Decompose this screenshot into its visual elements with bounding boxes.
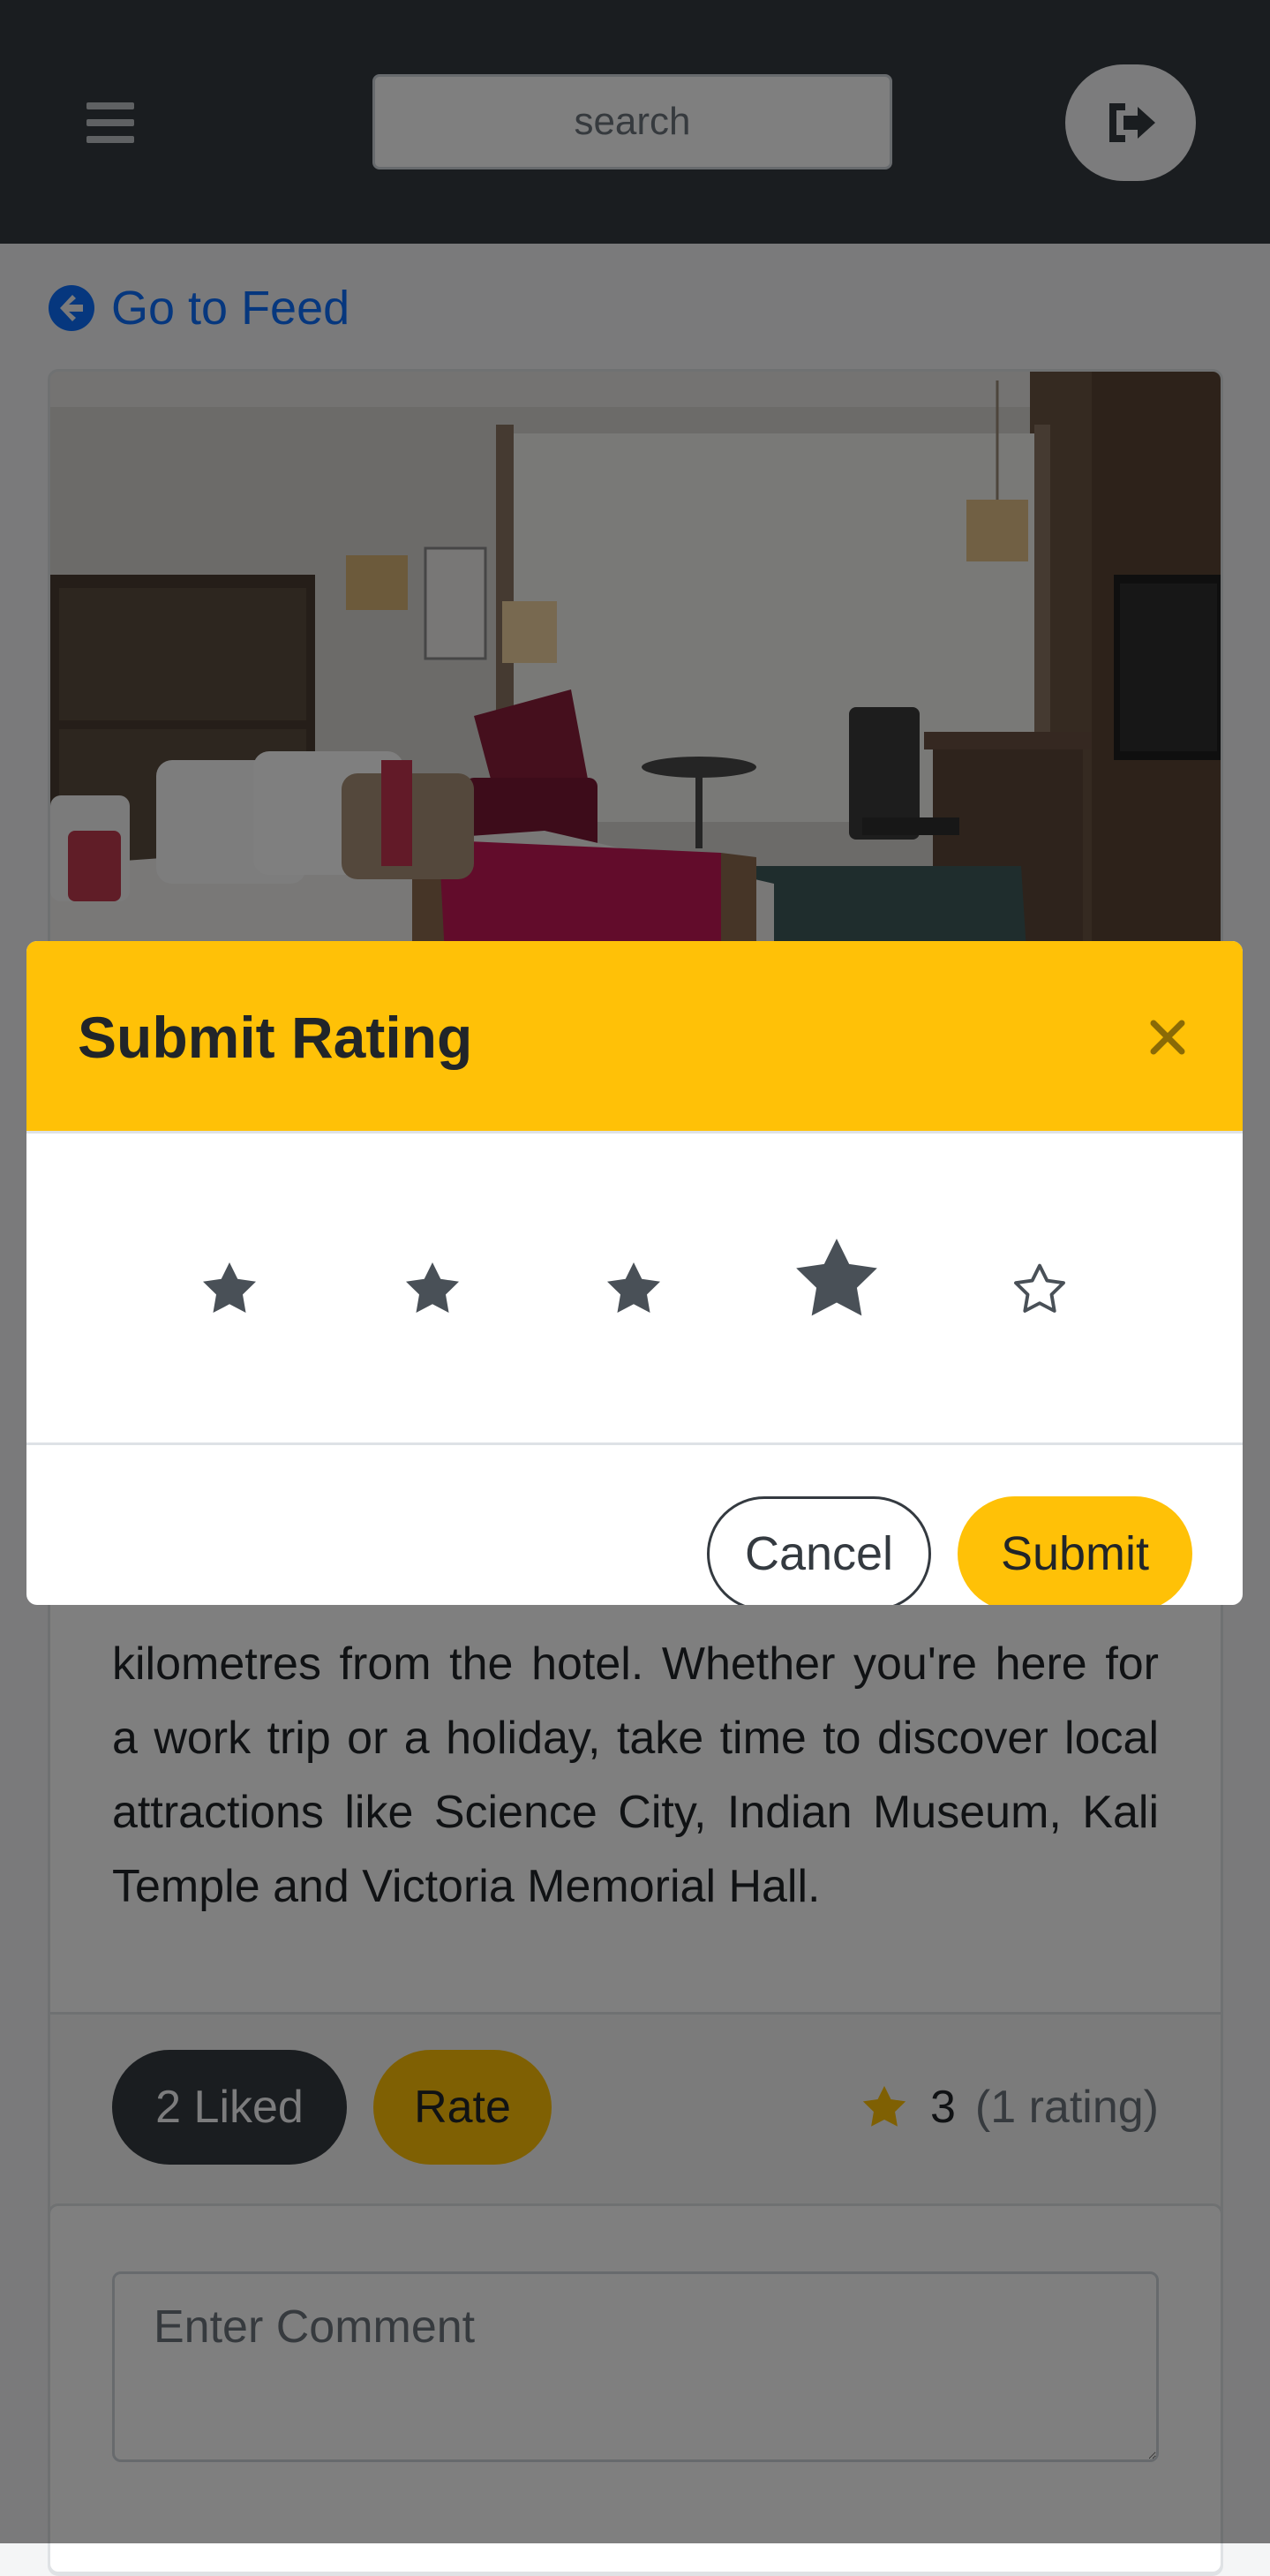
submit-rating-modal: Submit Rating Cancel Submit (26, 941, 1243, 1605)
star-1-icon[interactable] (196, 1257, 263, 1321)
star-5-icon[interactable] (1006, 1257, 1073, 1321)
star-4-icon[interactable] (785, 1231, 888, 1328)
star-3-icon[interactable] (600, 1257, 667, 1321)
modal-title: Submit Rating (78, 1005, 473, 1070)
submit-button[interactable]: Submit (958, 1496, 1192, 1605)
modal-header: Submit Rating (26, 941, 1243, 1134)
cancel-button[interactable]: Cancel (707, 1496, 931, 1605)
close-button[interactable] (1140, 1010, 1195, 1065)
star-2-icon[interactable] (399, 1257, 466, 1321)
rating-stars (26, 1134, 1243, 1445)
modal-footer: Cancel Submit (26, 1445, 1243, 1605)
close-icon (1150, 1020, 1185, 1055)
